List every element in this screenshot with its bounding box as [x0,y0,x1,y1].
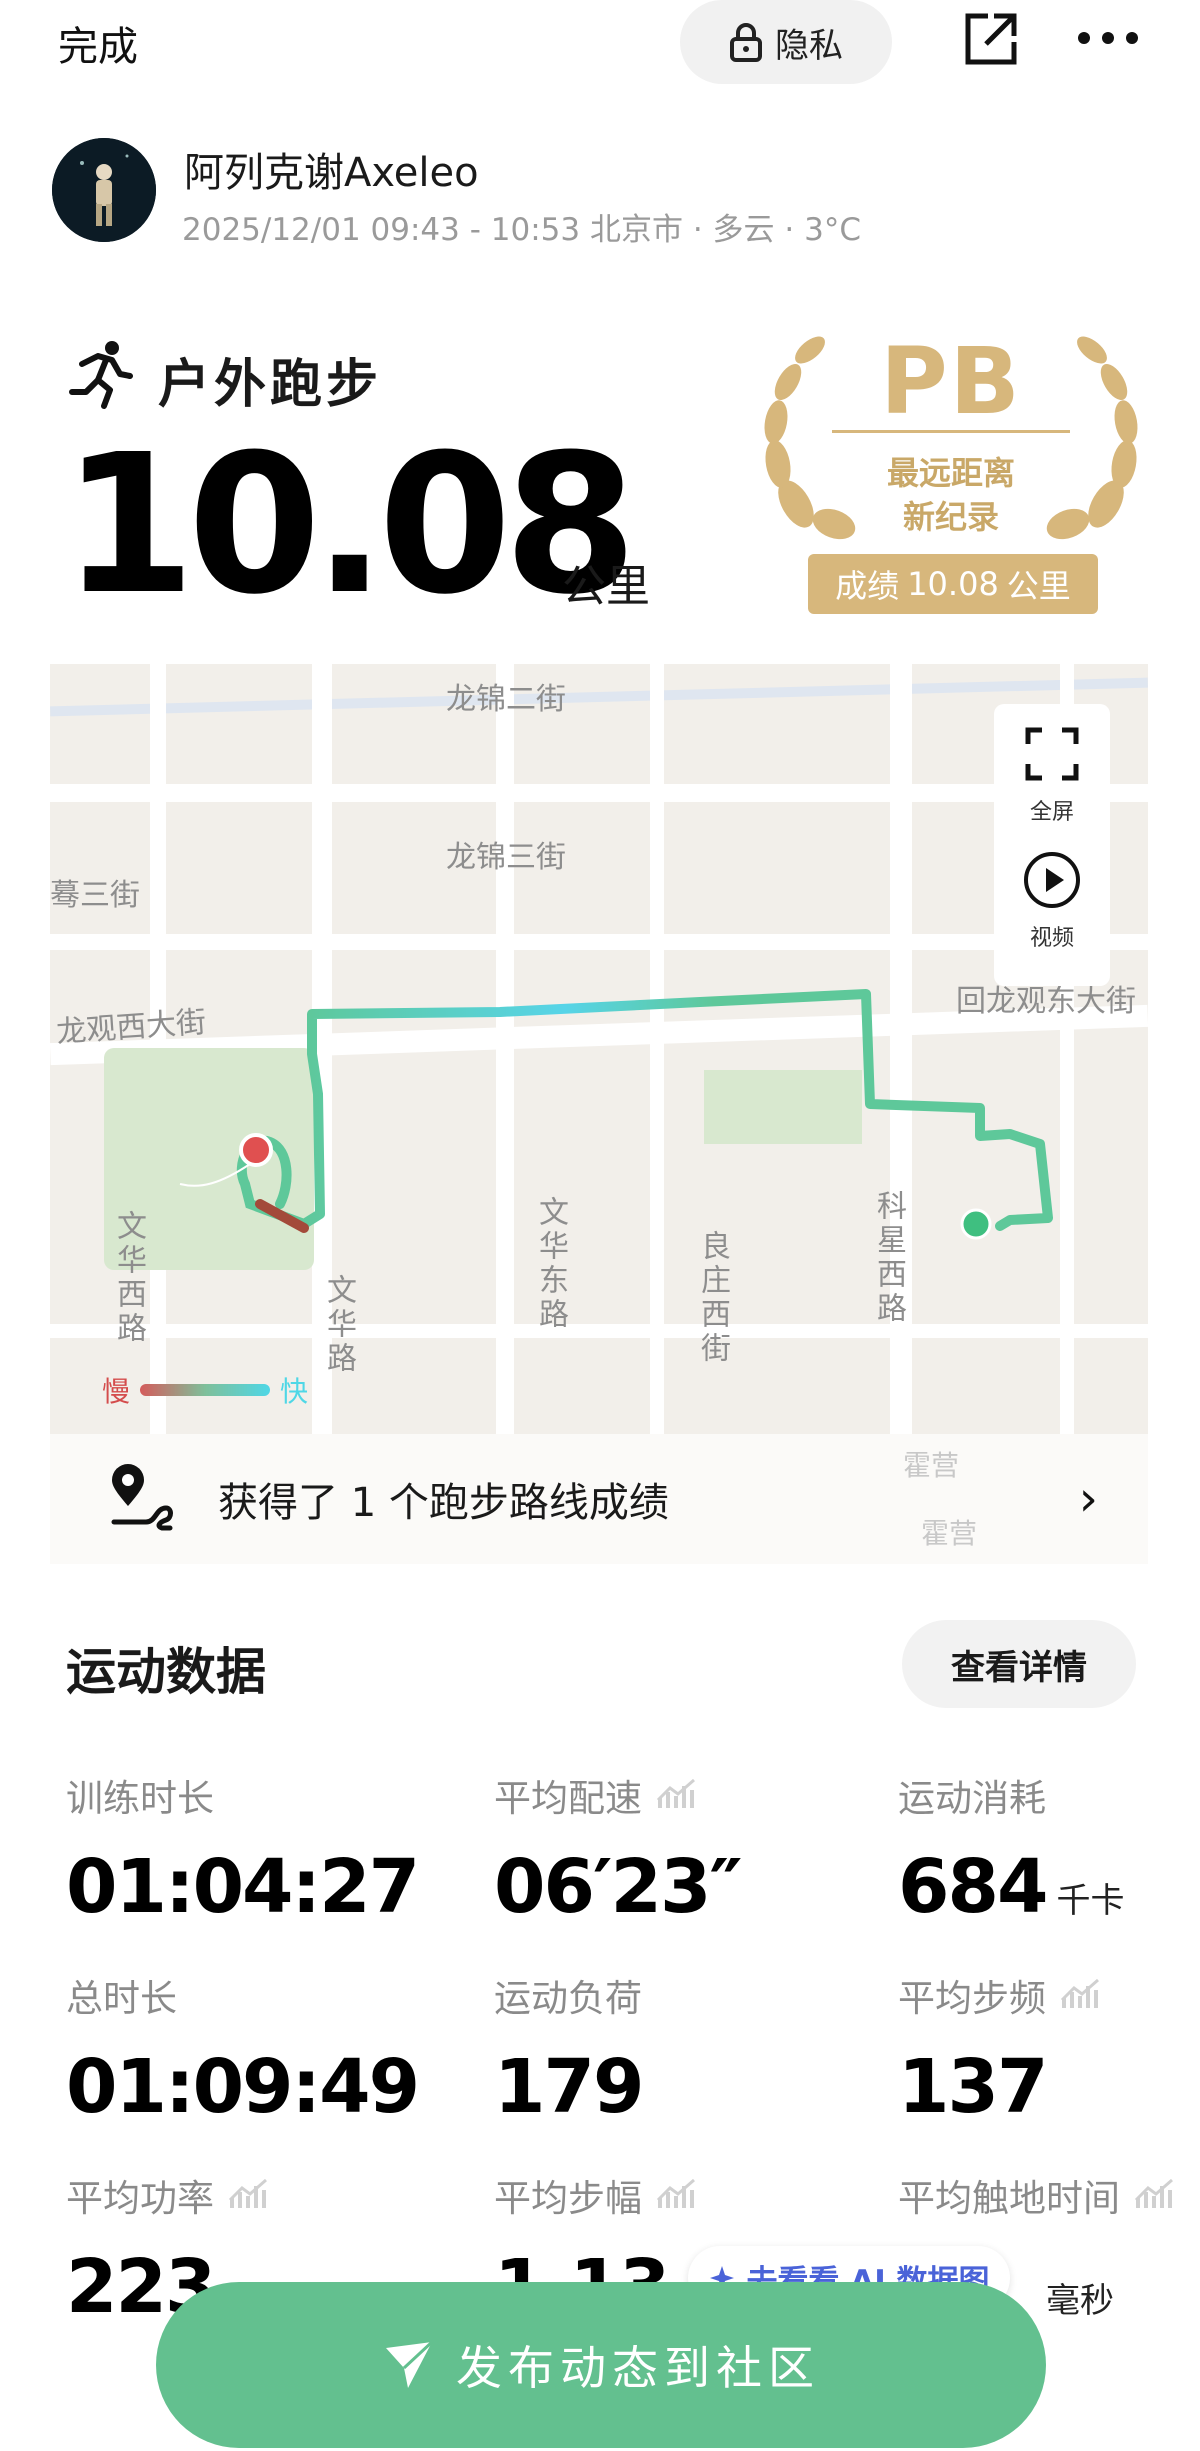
pb-record-value: 10.08 [907,565,999,603]
stat-label: 平均触地时间 [898,2177,1120,2220]
activity-meta: 2025/12/01 09:43 - 10:53 北京市 · 多云 · 3°C [182,212,861,248]
chart-trend-icon [656,1778,695,1808]
stat-unit: 千卡 [1056,1881,1125,1921]
stat-label: 运动消耗 [898,1777,1046,1820]
username[interactable]: 阿列克谢Axeleo [184,140,479,198]
stat-total-duration: 总时长 01:09:49 [66,1968,426,2130]
privacy-button[interactable]: 隐私 [680,0,892,84]
start-marker [239,1133,273,1167]
privacy-label: 隐私 [775,25,843,66]
stat-avg-cadence[interactable]: 平均步频 137 [898,1968,1200,2130]
route-achievement-row[interactable]: 获得了 1 个跑步路线成绩 › [50,1434,1148,1564]
stat-label: 平均步频 [898,1977,1046,2020]
map-area-label: 霍营 [921,1517,978,1550]
publish-label: 发布动态到社区 [456,2341,820,2395]
route-map[interactable]: 龙锦二街 龙锦三街 蓦三街 龙观西大街 回龙观东大街 文华西路 文华路 文华东路… [50,664,1148,1434]
time-range: 2025/12/01 09:43 - 10:53 [182,212,581,248]
pb-badge[interactable]: PB 最远距离 新纪录 成绩 10.08 公里 [756,324,1146,624]
city: 北京市 [589,212,683,248]
stat-calories: 运动消耗 684 千卡 [898,1768,1200,1930]
route-path [179,989,1053,1240]
stat-value: 137 [898,2044,1048,2130]
pace-legend: 慢 快 [102,1370,308,1410]
fullscreen-icon[interactable] [1024,726,1080,782]
stat-value: 06′23″ [494,1844,743,1930]
stat-value: 179 [494,2044,644,2130]
chart-trend-icon [1134,2178,1173,2208]
stat-training-load: 运动负荷 179 [494,1968,854,2130]
stat-unit: 毫秒 [1046,2281,1114,2321]
chart-trend-icon [228,2178,267,2208]
end-marker [960,1208,992,1240]
stat-label: 训练时长 [66,1777,214,1820]
pb-record: 成绩 10.08 公里 [808,554,1098,614]
avatar-image [52,138,156,242]
play-video-icon[interactable] [1022,850,1082,910]
stat-label: 平均配速 [494,1777,642,1820]
share-icon[interactable] [962,10,1020,68]
map-controls: 全屏 视频 [994,704,1110,986]
map-area-label: 霍营 [903,1449,960,1482]
pb-record-label: 成绩 [835,567,900,605]
stat-avg-pace[interactable]: 平均配速 06′23″ [494,1768,854,1930]
stat-label: 运动负荷 [494,1977,642,2020]
distance-value: 10.08 [62,414,637,637]
stat-training-duration: 训练时长 01:04:27 [66,1768,426,1930]
stat-label: 平均步幅 [494,2177,642,2220]
send-icon [386,2340,434,2388]
chevron-right-icon: › [1078,1471,1098,1527]
view-details-button[interactable]: 查看详情 [902,1620,1136,1708]
avatar[interactable] [52,138,156,242]
distance-unit: 公里 [562,561,650,612]
stat-value: 684 [898,1844,1048,1930]
fullscreen-label[interactable]: 全屏 [994,794,1110,826]
publish-to-community-button[interactable]: 发布动态到社区 [156,2282,1046,2448]
chart-trend-icon [1060,1978,1099,2008]
pb-record-unit: 公里 [1006,567,1071,605]
stat-value: 01:04:27 [66,1844,420,1930]
legend-slow: 慢 [102,1375,131,1408]
legend-gradient-bar [140,1384,271,1396]
route-pin-icon [111,1464,173,1531]
stat-label: 总时长 [66,1977,177,2020]
weather: 多云 [712,212,775,248]
pb-title: PB [880,328,1022,435]
chart-trend-icon [656,2178,695,2208]
video-label[interactable]: 视频 [994,920,1110,952]
temperature: 3°C [804,212,861,248]
more-icon[interactable] [1076,16,1140,60]
stat-value: 01:09:49 [66,2044,420,2130]
activity-type: 户外跑步 [158,355,383,415]
done-button[interactable]: 完成 [58,14,138,72]
running-icon [69,341,133,409]
lock-icon [730,23,762,62]
pb-subtitle-1: 最远距离 [886,454,1015,492]
section-title: 运动数据 [66,1643,266,1701]
legend-fast: 快 [280,1375,309,1408]
pb-subtitle-2: 新纪录 [902,498,999,536]
stat-label: 平均功率 [66,2177,214,2220]
pb-divider [832,430,1070,433]
